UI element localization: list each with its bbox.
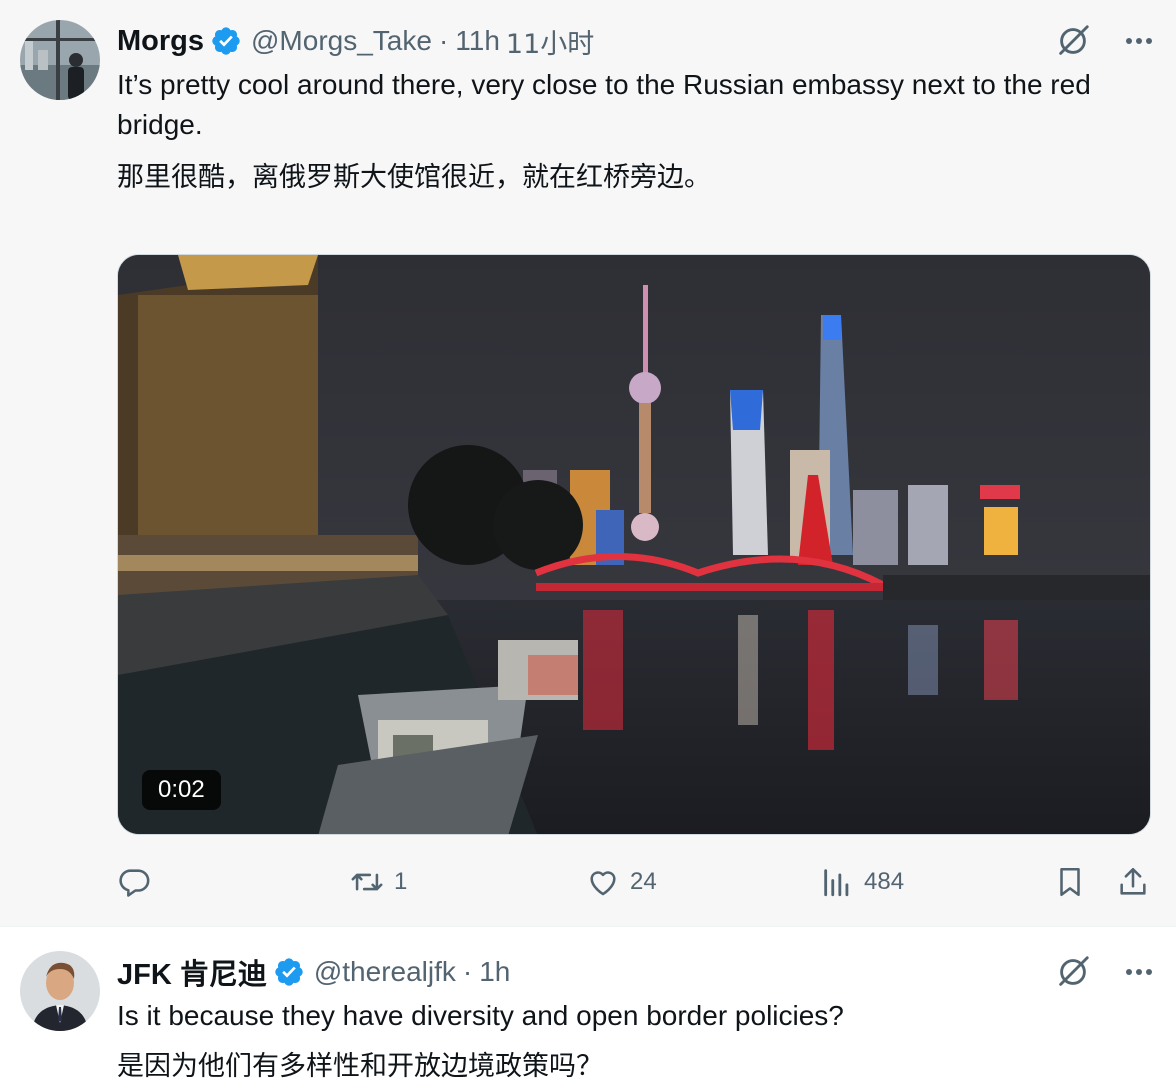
grok-translate-icon[interactable] [1054,953,1092,991]
verified-badge-icon [275,958,303,986]
avatar-morgs[interactable] [20,20,100,100]
author-handle[interactable]: @therealjfk [314,956,456,988]
video-player[interactable]: 0:02 [117,254,1151,835]
tweet-text-cn: 是因为他们有多样性和开放边境政策吗？ [117,1051,603,1082]
retweet-button[interactable]: 1 [350,860,407,904]
tweet-jfk[interactable]: JFK 肯尼迪 @therealjfk · 1h Is it because t… [0,926,1176,1091]
retweet-icon [351,873,383,891]
separator: · [438,25,449,56]
more-icon[interactable] [1124,26,1154,56]
author-name[interactable]: JFK 肯尼迪 [117,951,267,993]
author-name[interactable]: Morgs [117,25,204,58]
timestamp-translated: 11小时 [505,28,595,60]
bookmark-button[interactable] [1053,860,1087,904]
views-icon [824,869,849,897]
video-duration: 0:02 [142,770,221,810]
tweet-text-en: Is it because they have diversity and op… [117,1000,844,1031]
tweet-morgs[interactable]: Morgs @Morgs_Take · 11h 11小时 It’s pretty… [0,0,1176,926]
tweet-actions: 1 24 484 [117,860,1157,904]
more-icon[interactable] [1124,957,1154,987]
bookmark-icon [1060,867,1080,897]
share-button[interactable] [1116,860,1150,904]
like-icon [590,871,616,896]
share-icon [1120,867,1146,895]
timestamp[interactable]: 1h [479,956,510,988]
video-thumbnail [118,255,1150,834]
author-handle[interactable]: @Morgs_Take [251,25,432,57]
reply-icon [119,869,150,897]
like-count: 24 [630,868,657,895]
like-button[interactable]: 24 [586,860,657,904]
avatar-jfk[interactable] [20,951,100,1031]
timestamp[interactable]: 11h [455,25,500,57]
verified-badge-icon [212,27,240,55]
tweet-text-cn: 那里很酷，离俄罗斯大使馆很近，就在红桥旁边。 [117,162,711,193]
view-count: 484 [864,868,905,895]
tweet-text-en: It’s pretty cool around there, very clos… [117,69,1091,140]
reply-button[interactable] [117,860,161,904]
views-button[interactable]: 484 [820,860,904,904]
separator: · [462,956,473,987]
retweet-count: 1 [394,868,408,895]
grok-translate-icon[interactable] [1054,22,1092,60]
